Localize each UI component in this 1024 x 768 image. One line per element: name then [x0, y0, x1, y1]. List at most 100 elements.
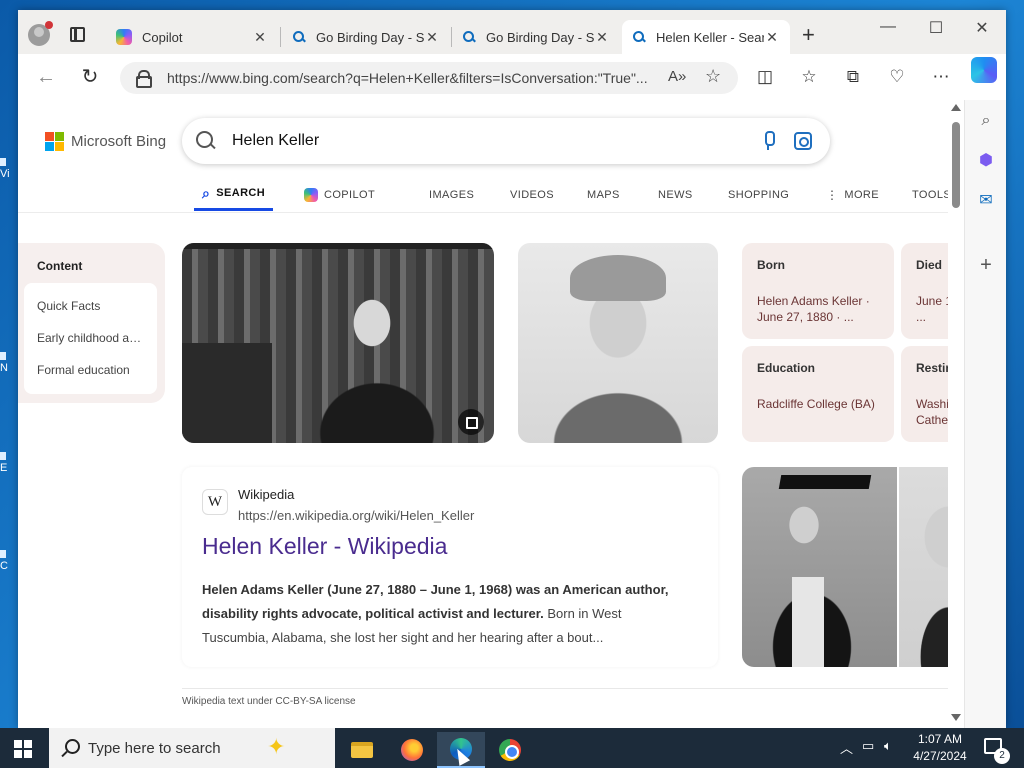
- bing-logo[interactable]: Microsoft Bing: [45, 132, 166, 151]
- fact-card-born[interactable]: Born Helen Adams Keller · June 27, 1880 …: [742, 243, 894, 339]
- expand-gallery-icon[interactable]: [458, 409, 484, 435]
- copilot-sidebar-icon[interactable]: [971, 57, 997, 83]
- close-icon[interactable]: ✕: [252, 29, 268, 46]
- sidebar-office-icon[interactable]: ⬢: [975, 150, 997, 172]
- scroll-up-icon[interactable]: [951, 104, 961, 111]
- fact-card-resting-place[interactable]: Resting place Washington National Cathed…: [901, 346, 948, 442]
- scope-more[interactable]: ⋮ MORE: [826, 178, 879, 211]
- microsoft-logo-icon: [45, 132, 64, 151]
- toc-item-quick-facts[interactable]: Quick Facts: [37, 299, 147, 313]
- photo-detail: [570, 255, 666, 301]
- file-explorer-button[interactable]: [338, 732, 386, 768]
- tab-strip: Copilot ✕ Go Birding Day - Search ✕ Go B…: [18, 10, 1006, 54]
- sidebar-outlook-icon[interactable]: ✉: [975, 190, 997, 212]
- result-url[interactable]: https://en.wikipedia.org/wiki/Helen_Kell…: [238, 508, 474, 523]
- folder-icon: [351, 742, 373, 758]
- photo-detail: [792, 577, 824, 667]
- helen-keller-photo-partial[interactable]: [899, 467, 948, 667]
- taskbar-search-placeholder[interactable]: Type here to search: [88, 740, 221, 757]
- sparkle-icon[interactable]: ✦: [267, 734, 285, 760]
- desktop-icon[interactable]: E: [0, 452, 18, 474]
- new-tab-button[interactable]: +: [802, 24, 815, 46]
- wikipedia-result-card: W Wikipedia https://en.wikipedia.org/wik…: [182, 467, 718, 667]
- firefox-button[interactable]: [388, 732, 436, 768]
- page-scrollbar[interactable]: [948, 100, 964, 728]
- show-hidden-icons-icon[interactable]: ︿: [840, 738, 853, 757]
- search-icon: [61, 739, 80, 757]
- read-aloud-icon[interactable]: A»: [668, 68, 686, 85]
- helen-keller-portrait-photo[interactable]: [518, 243, 718, 443]
- edge-sidebar: ⌕ ⬢ ✉ + ⚙: [964, 100, 1006, 728]
- copilot-icon: [304, 187, 318, 202]
- scope-shopping[interactable]: SHOPPING: [728, 178, 789, 211]
- toc-title: Content: [37, 259, 83, 273]
- fact-label: Resting place: [916, 361, 948, 375]
- scope-videos[interactable]: VIDEOS: [510, 178, 554, 211]
- photo-detail: [182, 343, 272, 443]
- search-icon[interactable]: [196, 131, 216, 151]
- lock-icon[interactable]: [136, 70, 152, 88]
- refresh-button[interactable]: ↻: [78, 66, 102, 88]
- fact-value: Washington National Cathedral: [916, 397, 948, 427]
- helen-keller-graduation-photo[interactable]: [742, 467, 897, 667]
- system-clock[interactable]: 1:07 AM 4/27/2024: [900, 731, 980, 765]
- desktop-icon[interactable]: C: [0, 550, 18, 572]
- visual-search-icon[interactable]: [794, 132, 812, 150]
- tab-title: Copilot: [142, 29, 183, 45]
- result-title-link[interactable]: Helen Keller - Wikipedia: [202, 533, 447, 560]
- scope-tools[interactable]: TOOLS: [912, 178, 948, 211]
- result-snippet: Helen Adams Keller (June 27, 1880 – June…: [202, 578, 677, 650]
- toc-item-formal-education[interactable]: Formal education: [37, 363, 147, 377]
- desktop-icon[interactable]: Vi: [0, 158, 18, 180]
- tab-go-birding-day-2[interactable]: Go Birding Day - Search ✕: [452, 20, 620, 54]
- taskbar-search[interactable]: Type here to search ✦: [49, 728, 335, 768]
- helen-keller-photo-library[interactable]: [182, 243, 494, 443]
- close-icon[interactable]: ✕: [424, 29, 440, 46]
- browser-window: Copilot ✕ Go Birding Day - Search ✕ Go B…: [18, 10, 1006, 728]
- back-button[interactable]: ←: [34, 66, 58, 88]
- fact-card-died[interactable]: Died June 1, 1968 (age 87) · ...: [901, 243, 948, 339]
- content-toc: Content Quick Facts Early childhood and …: [18, 243, 165, 403]
- scope-maps[interactable]: MAPS: [587, 178, 620, 211]
- search-box[interactable]: [182, 118, 830, 164]
- profile-avatar[interactable]: [28, 21, 53, 46]
- toc-item-early-childhood[interactable]: Early childhood and illness: [37, 331, 147, 345]
- more-options-icon[interactable]: ⋯: [930, 66, 952, 88]
- collections-icon[interactable]: ⧉: [842, 66, 864, 88]
- favorites-icon[interactable]: ☆: [798, 66, 820, 88]
- sidebar-search-icon[interactable]: ⌕: [975, 110, 997, 132]
- scope-news[interactable]: NEWS: [658, 178, 693, 211]
- desktop-icon[interactable]: N: [0, 352, 18, 374]
- result-site-name[interactable]: Wikipedia: [238, 487, 294, 502]
- fact-label: Education: [757, 361, 816, 375]
- scope-search[interactable]: ⌕ SEARCH: [194, 178, 274, 211]
- volume-icon[interactable]: 🔈︎: [884, 738, 892, 754]
- microphone-icon[interactable]: [762, 131, 775, 151]
- split-screen-icon[interactable]: ◫: [754, 66, 776, 88]
- maximize-button[interactable]: ☐: [926, 18, 946, 38]
- address-bar[interactable]: https://www.bing.com/search?q=Helen+Kell…: [120, 62, 738, 94]
- scope-copilot[interactable]: COPILOT: [304, 178, 375, 211]
- tab-go-birding-day-1[interactable]: Go Birding Day - Search ✕: [282, 20, 450, 54]
- tab-helen-keller[interactable]: Helen Keller - Search ✕: [622, 20, 790, 54]
- tab-actions-icon[interactable]: [70, 27, 85, 42]
- fact-card-education[interactable]: Education Radcliffe College (BA): [742, 346, 894, 442]
- chrome-button[interactable]: [486, 732, 534, 768]
- network-icon[interactable]: ▭: [862, 738, 874, 754]
- favorite-star-icon[interactable]: ☆: [705, 66, 721, 87]
- close-icon[interactable]: ✕: [594, 29, 610, 46]
- close-icon[interactable]: ✕: [764, 29, 780, 46]
- tab-copilot[interactable]: Copilot ✕: [106, 20, 278, 54]
- url-text[interactable]: https://www.bing.com/search?q=Helen+Kell…: [167, 70, 657, 86]
- clock-time: 1:07 AM: [917, 732, 963, 746]
- sidebar-add-icon[interactable]: +: [975, 254, 997, 276]
- browser-essentials-icon[interactable]: ♡: [886, 66, 908, 88]
- taskbar: Type here to search ✦ ︿ ▭ 🔈︎ 1:07 AM 4/2…: [0, 728, 1024, 768]
- scope-images[interactable]: IMAGES: [429, 178, 474, 211]
- minimize-button[interactable]: —: [878, 18, 898, 36]
- scrollbar-thumb[interactable]: [952, 122, 960, 208]
- close-window-button[interactable]: ✕: [972, 18, 992, 38]
- search-input[interactable]: [232, 128, 732, 154]
- start-button[interactable]: [14, 740, 32, 758]
- scroll-down-icon[interactable]: [951, 714, 961, 721]
